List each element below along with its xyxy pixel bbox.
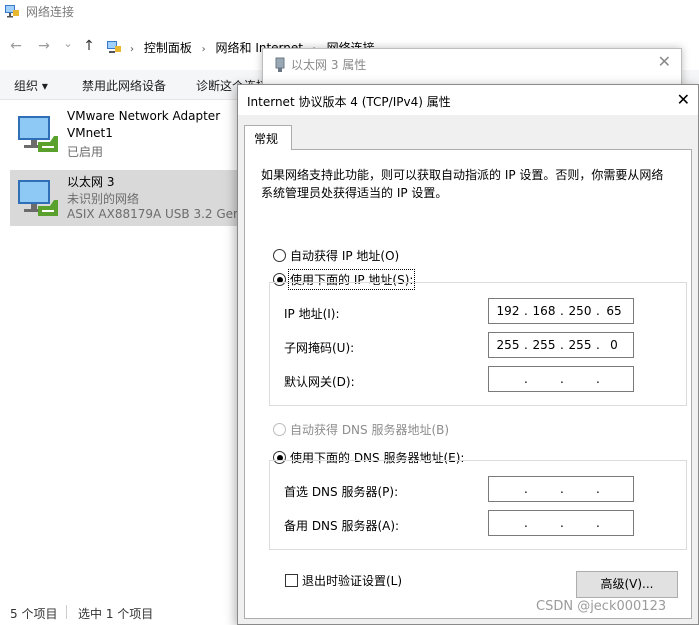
adapter-device: ASIX AX88179A USB 3.2 Gen1 xyxy=(67,207,249,221)
octet-dot: . xyxy=(596,516,600,530)
subnet-mask-input[interactable]: 255 . 255 . 255 . 0 xyxy=(488,332,634,358)
ip-octet-3: 250 xyxy=(568,304,592,318)
default-gateway-input[interactable]: . . . xyxy=(488,366,634,392)
subnet-octet-2: 255 xyxy=(532,338,556,352)
selected-count: 选中 1 个项目 xyxy=(78,607,154,621)
octet-dot: . xyxy=(596,372,600,386)
auto-ip-label[interactable]: 自动获得 IP 地址(O) xyxy=(290,247,399,264)
auto-ip-radio[interactable] xyxy=(273,249,286,262)
description-text: 如果网络支持此功能，则可以获取自动指派的 IP 设置。否则，你需要从网络系统管理… xyxy=(261,168,664,200)
explorer-titlebar: 网络连接 xyxy=(0,0,699,28)
ethernet-properties-title: 以太网 3 属性 xyxy=(291,58,367,72)
octet-dot: . xyxy=(524,338,528,352)
dialog-titlebar: Internet 协议版本 4 (TCP/IPv4) 属性 ✕ xyxy=(238,85,698,115)
explorer-title: 网络连接 xyxy=(26,5,75,19)
dialog-title: Internet 协议版本 4 (TCP/IPv4) 属性 xyxy=(247,95,451,109)
status-bar: 5 个项目 选中 1 个项目 xyxy=(0,600,240,625)
validate-on-exit-label[interactable]: 退出时验证设置(L) xyxy=(302,572,402,589)
item-count: 5 个项目 xyxy=(10,607,58,621)
ethernet-properties-window: 以太网 3 属性 ✕ xyxy=(262,48,682,88)
network-connections-icon xyxy=(5,5,19,18)
organize-menu[interactable]: 组织 ▾ xyxy=(14,77,48,94)
octet-dot: . xyxy=(524,304,528,318)
octet-dot: . xyxy=(596,482,600,496)
validate-on-exit-checkbox[interactable] xyxy=(285,574,298,587)
recent-locations-chevron-icon[interactable]: ⌄ xyxy=(60,36,76,52)
octet-dot: . xyxy=(560,338,564,352)
ip-address-label: IP 地址(I): xyxy=(284,307,340,321)
subnet-mask-label: 子网掩码(U): xyxy=(284,341,355,355)
alternate-dns-input[interactable]: . . . xyxy=(488,510,634,536)
tab-general[interactable]: 常规 xyxy=(244,125,292,150)
adapter-name: VMware Network Adapter xyxy=(67,109,221,123)
forward-arrow-icon[interactable]: → xyxy=(36,38,52,54)
ip-address-input[interactable]: 192 . 168 . 250 . 65 xyxy=(488,298,634,324)
subnet-octet-4: 0 xyxy=(610,338,618,352)
subnet-octet-3: 255 xyxy=(568,338,592,352)
close-icon[interactable]: ✕ xyxy=(658,53,671,71)
ipv4-properties-dialog: Internet 协议版本 4 (TCP/IPv4) 属性 ✕ 常规 如果网络支… xyxy=(237,84,699,625)
auto-dns-radio[interactable] xyxy=(273,423,286,436)
dns-settings-group: 首选 DNS 服务器(P): . . . 备用 DNS 服务器(A): . . … xyxy=(269,460,687,550)
octet-dot: . xyxy=(560,482,564,496)
octet-dot: . xyxy=(524,516,528,530)
back-arrow-icon[interactable]: ← xyxy=(8,38,24,54)
network-adapter-icon xyxy=(18,180,58,216)
disable-device-button[interactable]: 禁用此网络设备 xyxy=(82,77,166,94)
alternate-dns-label: 备用 DNS 服务器(A): xyxy=(284,519,400,533)
octet-dot: . xyxy=(560,372,564,386)
network-adapter-icon xyxy=(18,116,58,152)
advanced-button[interactable]: 高级(V)... xyxy=(576,571,678,598)
adapter-vmnet1[interactable]: VMware Network Adapter VMnet1 已启用 xyxy=(10,106,250,162)
adapter-ethernet3[interactable]: 以太网 3 未识别的网络 ASIX AX88179A USB 3.2 Gen1 xyxy=(10,170,250,226)
adapter-name: 以太网 3 xyxy=(67,175,115,189)
default-gateway-label: 默认网关(D): xyxy=(284,375,355,389)
subnet-octet-1: 255 xyxy=(496,338,520,352)
up-arrow-icon[interactable]: ↑ xyxy=(81,38,97,54)
general-tab-panel: 如果网络支持此功能，则可以获取自动指派的 IP 设置。否则，你需要从网络系统管理… xyxy=(244,149,692,619)
ip-settings-group: IP 地址(I): 192 . 168 . 250 . 65 子网掩码(U): … xyxy=(269,282,687,406)
octet-dot: . xyxy=(524,372,528,386)
adapter-network: 未识别的网络 xyxy=(67,192,140,206)
preferred-dns-input[interactable]: . . . xyxy=(488,476,634,502)
ip-octet-1: 192 xyxy=(496,304,520,318)
auto-dns-label[interactable]: 自动获得 DNS 服务器地址(B) xyxy=(290,421,449,438)
adapter-network: VMnet1 xyxy=(67,126,113,140)
octet-dot: . xyxy=(560,516,564,530)
ip-octet-2: 168 xyxy=(532,304,556,318)
ethernet-icon xyxy=(275,57,285,72)
ip-octet-4: 65 xyxy=(606,304,622,318)
octet-dot: . xyxy=(524,482,528,496)
tab-general-label: 常规 xyxy=(254,132,279,146)
adapter-status: 已启用 xyxy=(67,145,104,159)
status-divider xyxy=(66,605,67,619)
csdn-watermark: CSDN @jeck000123 xyxy=(536,599,667,614)
preferred-dns-label: 首选 DNS 服务器(P): xyxy=(284,485,399,499)
close-icon[interactable]: ✕ xyxy=(677,91,690,109)
control-panel-icon xyxy=(107,41,121,53)
breadcrumb-control-panel[interactable]: 控制面板 xyxy=(144,41,192,55)
octet-dot: . xyxy=(560,304,564,318)
